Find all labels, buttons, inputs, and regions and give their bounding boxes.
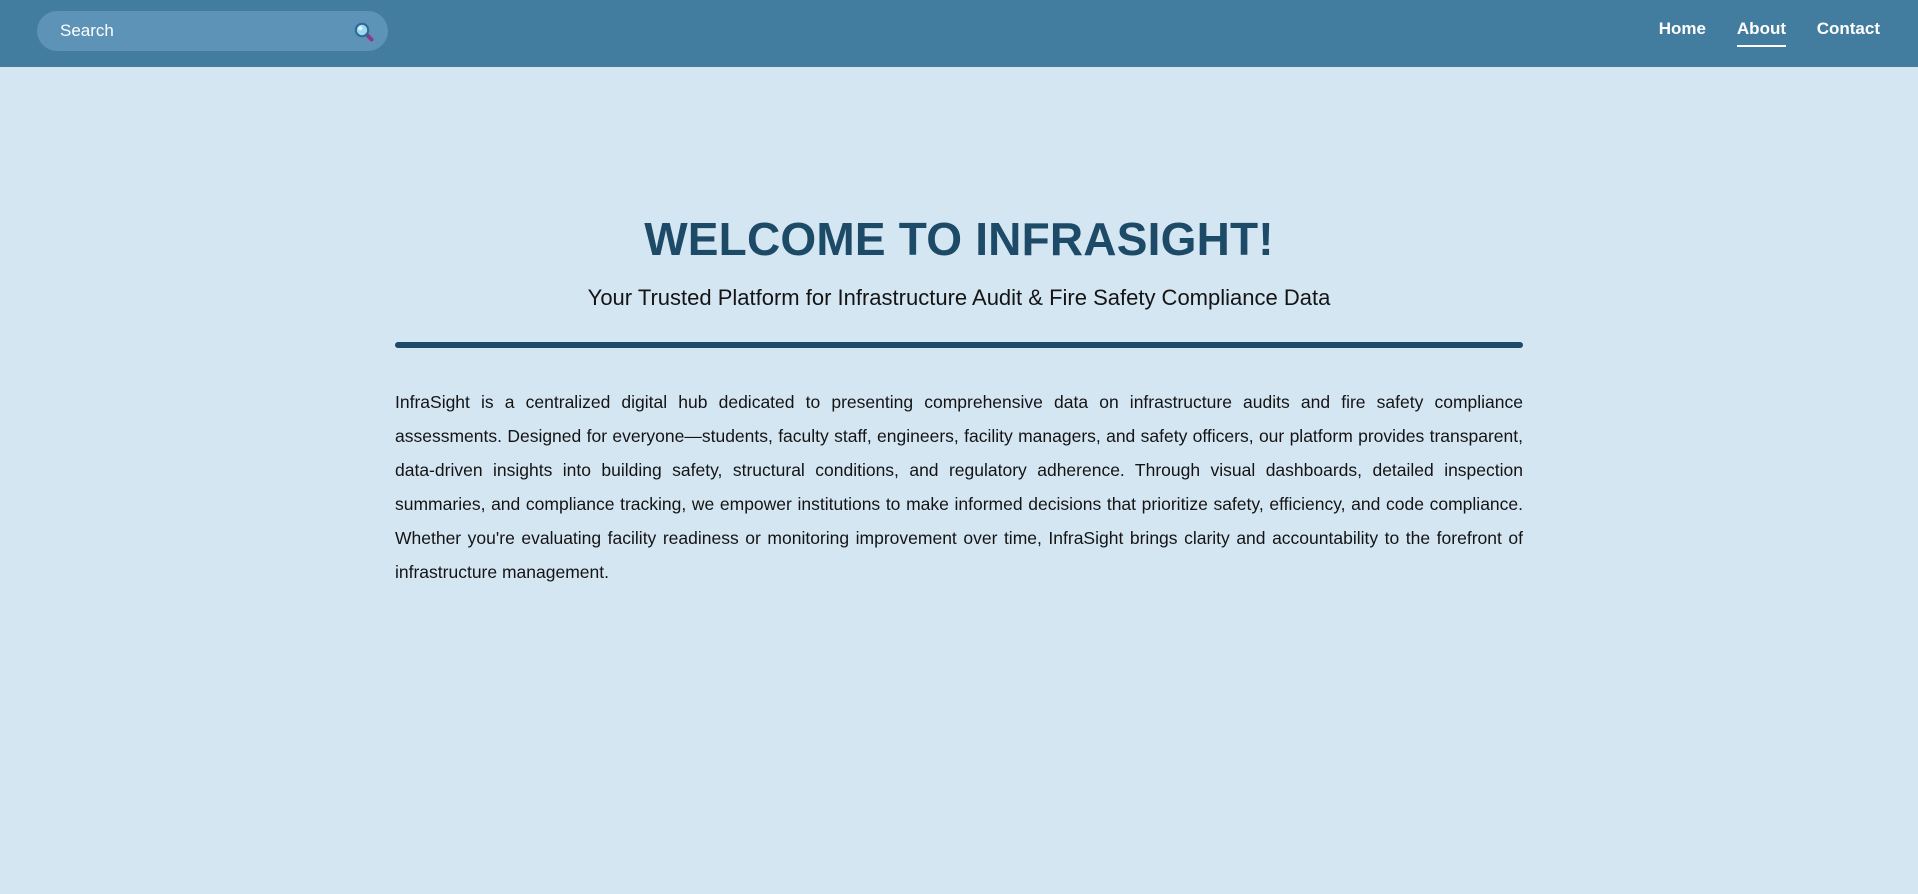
search-box bbox=[37, 11, 388, 51]
search-icon[interactable] bbox=[353, 21, 375, 43]
page-subtitle: Your Trusted Platform for Infrastructure… bbox=[587, 285, 1331, 310]
nav-link-home[interactable]: Home bbox=[1659, 19, 1706, 39]
intro-paragraph: InfraSight is a centralized digital hub … bbox=[395, 392, 1523, 582]
nav-link-about[interactable]: About bbox=[1736, 19, 1787, 47]
nav-link-contact[interactable]: Contact bbox=[1817, 19, 1880, 39]
search-input[interactable] bbox=[37, 11, 347, 51]
section-divider bbox=[395, 342, 1523, 348]
page-title: WELCOME TO INFRASIGHT! bbox=[644, 213, 1274, 265]
top-navigation-bar: Home About Contact bbox=[0, 0, 1918, 67]
